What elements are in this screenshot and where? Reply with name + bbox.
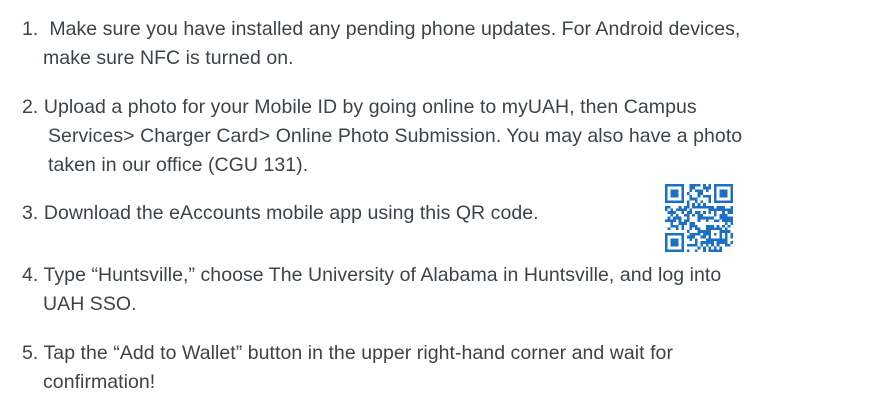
step-2-text-2: Services> Charger Card> Online Photo Sub… <box>48 125 743 147</box>
step-5-line-1: 5. Tap the “Add to Wallet” button in the… <box>22 341 673 365</box>
step-2-text-1: Upload a photo for your Mobile ID by goi… <box>43 96 697 118</box>
step-2-line-1: 2. Upload a photo for your Mobile ID by … <box>22 95 697 119</box>
step-1-number: 1. <box>22 18 39 40</box>
step-2-text-3: taken in our office (CGU 131). <box>48 154 309 176</box>
step-4-line-1: 4. Type “Huntsville,” choose The Univers… <box>22 263 721 287</box>
step-3-line-1: 3. Download the eAccounts mobile app usi… <box>22 201 539 225</box>
step-3-text-1: Download the eAccounts mobile app using … <box>43 202 539 224</box>
step-4-number: 4. <box>22 264 39 286</box>
step-3-number: 3. <box>22 202 39 224</box>
qr-code-image <box>665 184 733 252</box>
step-5-text-2: confirmation! <box>43 371 156 393</box>
step-5-number: 5. <box>22 342 39 364</box>
step-1-text-1: Make sure you have installed any pending… <box>49 18 741 40</box>
step-1-text-2: make sure NFC is turned on. <box>43 47 294 69</box>
step-4-text-2: UAH SSO. <box>43 293 137 315</box>
step-5-text-1: Tap the “Add to Wallet” button in the up… <box>43 342 673 364</box>
step-2-number: 2. <box>22 96 39 118</box>
step-4-text-1: Type “Huntsville,” choose The University… <box>43 264 722 286</box>
step-1-line-1: 1. Make sure you have installed any pend… <box>22 17 740 41</box>
qr-code-icon <box>665 184 733 252</box>
instructions-list: 1. Make sure you have installed any pend… <box>0 0 891 417</box>
